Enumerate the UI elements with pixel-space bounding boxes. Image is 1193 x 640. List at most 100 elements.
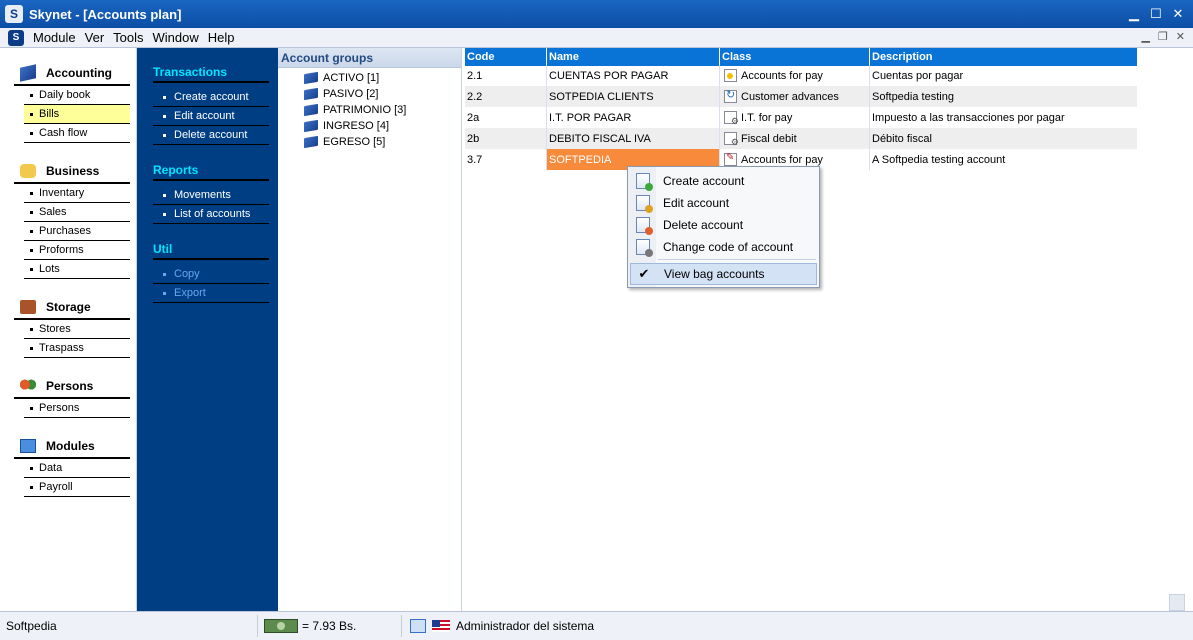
refresh-icon xyxy=(724,88,737,103)
cell-class-label: Accounts for pay xyxy=(741,69,823,82)
nav-section-label: Storage xyxy=(46,300,91,314)
cell-class: Fiscal debit xyxy=(720,128,870,149)
task-edit-account[interactable]: Edit account xyxy=(153,107,269,126)
menu-bar: S Module Ver Tools Window Help ▁ ❐ ✕ xyxy=(0,28,1193,48)
nav-item-payroll[interactable]: Payroll xyxy=(24,478,130,497)
minimize-button[interactable]: ▁ xyxy=(1125,5,1143,23)
table-row[interactable]: 2a I.T. POR PAGAR I.T. for pay Impuesto … xyxy=(465,107,1137,128)
child-close-button[interactable]: ✕ xyxy=(1176,30,1185,43)
menu-ver[interactable]: Ver xyxy=(85,30,105,45)
nav-item-label: Inventary xyxy=(39,187,85,199)
nav-head-modules[interactable]: Modules xyxy=(14,435,130,459)
group-item-patrimonio[interactable]: PATRIMONIO [3] xyxy=(304,102,406,118)
child-restore-button[interactable]: ❐ xyxy=(1158,30,1168,43)
nav-item-cash-flow[interactable]: Cash flow xyxy=(24,124,130,143)
task-label: Movements xyxy=(174,189,231,201)
group-item-pasivo[interactable]: PASIVO [2] xyxy=(304,86,378,102)
task-panel: Transactions Create account Edit account… xyxy=(137,48,278,611)
menu-module[interactable]: Module xyxy=(33,30,76,45)
task-label: Edit account xyxy=(174,110,235,122)
nav-item-proforms[interactable]: Proforms xyxy=(24,241,130,260)
book-icon xyxy=(304,103,318,117)
nav-item-traspass[interactable]: Traspass xyxy=(24,339,130,358)
people-icon xyxy=(20,379,36,393)
cell-name: SOTPEDIA CLIENTS xyxy=(547,86,720,107)
cell-name: I.T. POR PAGAR xyxy=(547,107,720,128)
nav-head-business[interactable]: Business xyxy=(14,160,130,184)
menu-help[interactable]: Help xyxy=(208,30,235,45)
nav-item-bills[interactable]: Bills xyxy=(24,105,130,124)
nav-item-sales[interactable]: Sales xyxy=(24,203,130,222)
nav-item-label: Purchases xyxy=(39,225,91,237)
task-movements[interactable]: Movements xyxy=(153,186,269,205)
ctx-change-code[interactable]: Change code of account xyxy=(630,236,817,258)
window-title: Skynet - [Accounts plan] xyxy=(29,6,182,22)
ctx-edit-account[interactable]: Edit account xyxy=(630,192,817,214)
ctx-label: Delete account xyxy=(663,218,744,232)
nav-item-label: Bills xyxy=(39,108,60,120)
scrollbar-corner[interactable] xyxy=(1169,594,1185,611)
table-row[interactable]: 2b DEBITO FISCAL IVA Fiscal debit Débito… xyxy=(465,128,1137,149)
nav-item-data[interactable]: Data xyxy=(24,459,130,478)
gear-icon xyxy=(724,111,739,127)
column-header-description[interactable]: Description xyxy=(870,48,1137,66)
book-icon xyxy=(304,71,318,85)
nav-section-label: Persons xyxy=(46,379,94,393)
module-navigation: Accounting Daily book Bills Cash flow Bu… xyxy=(0,48,137,611)
briefcase-icon xyxy=(20,300,36,314)
ctx-label: View bag accounts xyxy=(664,267,765,281)
cell-class: Customer advances xyxy=(720,86,870,107)
group-item-egreso[interactable]: EGRESO [5] xyxy=(304,134,385,150)
group-item-activo[interactable]: ACTIVO [1] xyxy=(304,70,379,86)
column-header-code[interactable]: Code xyxy=(465,48,547,66)
ctx-create-account[interactable]: Create account xyxy=(630,170,817,192)
close-button[interactable]: ✕ xyxy=(1169,5,1187,23)
ctx-view-bag-accounts[interactable]: ✔ View bag accounts xyxy=(630,263,817,285)
context-menu: Create account Edit account Delete accou… xyxy=(627,166,820,288)
nav-item-label: Payroll xyxy=(39,481,73,493)
task-delete-account[interactable]: Delete account xyxy=(153,126,269,145)
maximize-button[interactable]: ☐ xyxy=(1147,5,1165,23)
nav-head-storage[interactable]: Storage xyxy=(14,296,130,320)
account-groups-header: Account groups xyxy=(278,48,461,68)
nav-head-accounting[interactable]: Accounting xyxy=(14,62,130,86)
status-left-text: Softpedia xyxy=(6,619,57,633)
ctx-label: Create account xyxy=(663,174,745,188)
task-label: List of accounts xyxy=(174,208,251,220)
nav-item-persons[interactable]: Persons xyxy=(24,399,130,418)
nav-item-label: Sales xyxy=(39,206,67,218)
nav-section-business: Business Inventary Sales Purchases Profo… xyxy=(14,160,130,279)
menu-tools[interactable]: Tools xyxy=(113,30,143,45)
nav-head-persons[interactable]: Persons xyxy=(14,375,130,399)
mdi-app-icon[interactable]: S xyxy=(8,29,24,46)
ctx-delete-account[interactable]: Delete account xyxy=(630,214,817,236)
task-create-account[interactable]: Create account xyxy=(153,88,269,107)
group-label: PASIVO [2] xyxy=(323,88,379,100)
context-menu-separator xyxy=(658,259,816,260)
task-export[interactable]: Export xyxy=(153,284,269,303)
gear-icon xyxy=(724,132,739,148)
table-row[interactable]: 2.1 CUENTAS POR PAGAR Accounts for pay C… xyxy=(465,65,1137,86)
nav-item-lots[interactable]: Lots xyxy=(24,260,130,279)
nav-section-label: Accounting xyxy=(46,66,112,80)
status-left: Softpedia xyxy=(6,615,258,637)
check-icon: ✔ xyxy=(638,266,650,281)
nav-section-label: Modules xyxy=(46,439,95,453)
nav-item-purchases[interactable]: Purchases xyxy=(24,222,130,241)
modules-icon xyxy=(20,439,36,453)
group-item-ingreso[interactable]: INGRESO [4] xyxy=(304,118,389,134)
task-label: Export xyxy=(174,287,206,299)
cell-description: A Softpedia testing account xyxy=(872,153,1006,166)
hand-icon xyxy=(20,164,36,178)
child-minimize-button[interactable]: ▁ xyxy=(1141,30,1149,43)
column-header-class[interactable]: Class xyxy=(720,48,870,66)
task-list-of-accounts[interactable]: List of accounts xyxy=(153,205,269,224)
nav-item-stores[interactable]: Stores xyxy=(24,320,130,339)
menu-window[interactable]: Window xyxy=(153,30,199,45)
table-row[interactable]: 2.2 SOTPEDIA CLIENTS Customer advances S… xyxy=(465,86,1137,107)
column-header-name[interactable]: Name xyxy=(547,48,720,66)
task-copy[interactable]: Copy xyxy=(153,265,269,284)
nav-item-inventary[interactable]: Inventary xyxy=(24,184,130,203)
nav-item-daily-book[interactable]: Daily book xyxy=(24,86,130,105)
title-bar: S Skynet - [Accounts plan] ▁ ☐ ✕ xyxy=(0,0,1193,28)
